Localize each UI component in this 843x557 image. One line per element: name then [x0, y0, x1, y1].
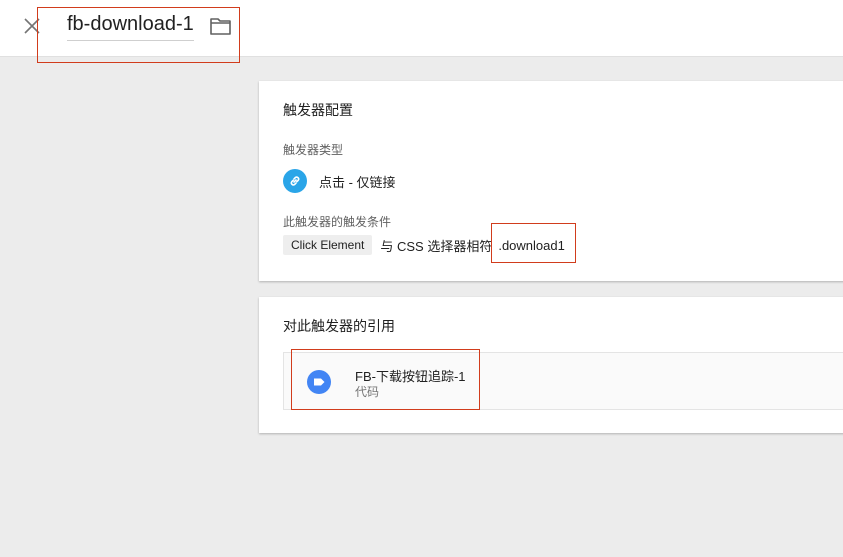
condition-variable-chip: Click Element	[283, 235, 373, 255]
condition-row: Click Element 与 CSS 选择器相符 .download1	[283, 234, 565, 256]
top-bar: fb-download-1	[0, 0, 843, 57]
fires-on-label: 此触发器的触发条件	[283, 215, 392, 229]
tag-icon	[307, 370, 331, 394]
trigger-type-label: 触发器类型	[283, 143, 344, 157]
section-title-trigger-config: 触发器配置	[283, 102, 353, 118]
section-title-references: 对此触发器的引用	[283, 318, 395, 334]
folder-icon	[210, 18, 231, 35]
page-title[interactable]: fb-download-1	[67, 13, 194, 41]
trigger-config-card[interactable]: 触发器配置 触发器类型 点击 - 仅链接 此触发器的触发条件 Click Ele…	[259, 81, 843, 281]
close-button[interactable]	[20, 14, 44, 38]
close-icon	[24, 18, 40, 34]
condition-operator: 与 CSS 选择器相符	[380, 238, 493, 254]
references-card: 对此触发器的引用 FB-下载按钮追踪-1 代码	[259, 297, 843, 433]
reference-item[interactable]: FB-下载按钮追踪-1 代码	[283, 352, 843, 410]
link-icon	[283, 169, 307, 193]
trigger-type-value: 点击 - 仅链接	[319, 174, 396, 190]
trigger-type-row: 点击 - 仅链接	[283, 169, 396, 193]
condition-value: .download1	[498, 237, 565, 253]
folder-button[interactable]	[209, 15, 233, 37]
reference-item-type: 代码	[355, 385, 380, 399]
